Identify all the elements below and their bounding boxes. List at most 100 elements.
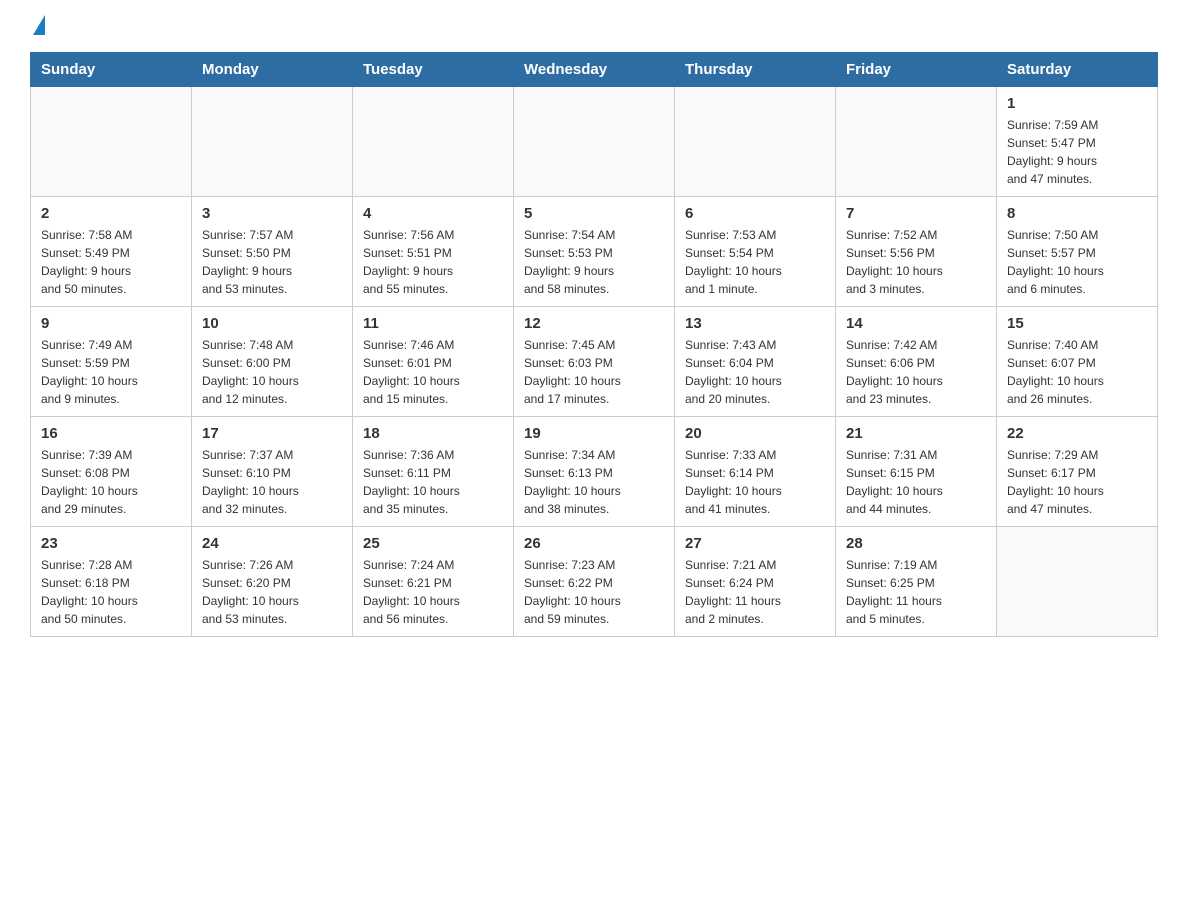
day-info: Sunrise: 7:45 AM Sunset: 6:03 PM Dayligh… [524,336,664,408]
day-number: 19 [524,425,664,442]
day-number: 22 [1007,425,1147,442]
calendar-cell: 12 Sunrise: 7:45 AM Sunset: 6:03 PM Dayli… [514,307,675,417]
day-number: 18 [363,425,503,442]
logo-triangle-icon [33,15,45,35]
day-number: 23 [41,535,181,552]
week-row-0: 1Sunrise: 7:59 AM Sunset: 5:47 PM Daylig… [31,87,1158,197]
day-info: Sunrise: 7:54 AM Sunset: 5:53 PM Dayligh… [524,226,664,298]
day-info: Sunrise: 7:39 AM Sunset: 6:08 PM Dayligh… [41,446,181,518]
day-info: Sunrise: 7:29 AM Sunset: 6:17 PM Dayligh… [1007,446,1147,518]
day-number: 2 [41,205,181,222]
calendar-cell: 9 Sunrise: 7:49 AM Sunset: 5:59 PM Daylig… [31,307,192,417]
calendar-cell [31,87,192,197]
day-info: Sunrise: 7:50 AM Sunset: 5:57 PM Dayligh… [1007,226,1147,298]
calendar-cell: 26 Sunrise: 7:23 AM Sunset: 6:22 PM Dayli… [514,527,675,637]
calendar-cell: 10 Sunrise: 7:48 AM Sunset: 6:00 PM Dayli… [192,307,353,417]
day-info: Sunrise: 7:23 AM Sunset: 6:22 PM Dayligh… [524,556,664,628]
calendar-table: SundayMondayTuesdayWednesdayThursdayFrid… [30,52,1158,637]
calendar-cell [997,527,1158,637]
calendar-cell: 11 Sunrise: 7:46 AM Sunset: 6:01 PM Dayli… [353,307,514,417]
day-number: 11 [363,315,503,332]
calendar-cell: 6 Sunrise: 7:53 AM Sunset: 5:54 PM Daylig… [675,197,836,307]
day-number: 27 [685,535,825,552]
header-cell-tuesday: Tuesday [353,53,514,87]
day-number: 16 [41,425,181,442]
day-info: Sunrise: 7:53 AM Sunset: 5:54 PM Dayligh… [685,226,825,298]
calendar-cell: 27Sunrise: 7:21 AM Sunset: 6:24 PM Dayli… [675,527,836,637]
day-info: Sunrise: 7:33 AM Sunset: 6:14 PM Dayligh… [685,446,825,518]
day-number: 4 [363,205,503,222]
calendar-cell: 3 Sunrise: 7:57 AM Sunset: 5:50 PM Daylig… [192,197,353,307]
calendar-cell: 13Sunrise: 7:43 AM Sunset: 6:04 PM Dayli… [675,307,836,417]
calendar-cell: 18 Sunrise: 7:36 AM Sunset: 6:11 PM Dayli… [353,417,514,527]
week-row-1: 2 Sunrise: 7:58 AM Sunset: 5:49 PM Daylig… [31,197,1158,307]
calendar-cell: 25 Sunrise: 7:24 AM Sunset: 6:21 PM Dayli… [353,527,514,637]
day-info: Sunrise: 7:42 AM Sunset: 6:06 PM Dayligh… [846,336,986,408]
calendar-header: SundayMondayTuesdayWednesdayThursdayFrid… [31,53,1158,87]
calendar-cell: 16 Sunrise: 7:39 AM Sunset: 6:08 PM Dayli… [31,417,192,527]
calendar-cell: 21 Sunrise: 7:31 AM Sunset: 6:15 PM Dayli… [836,417,997,527]
calendar-cell: 2 Sunrise: 7:58 AM Sunset: 5:49 PM Daylig… [31,197,192,307]
header-cell-saturday: Saturday [997,53,1158,87]
day-number: 24 [202,535,342,552]
day-number: 9 [41,315,181,332]
day-number: 28 [846,535,986,552]
calendar-cell: 20 Sunrise: 7:33 AM Sunset: 6:14 PM Dayli… [675,417,836,527]
header-cell-sunday: Sunday [31,53,192,87]
header-cell-monday: Monday [192,53,353,87]
calendar-cell [353,87,514,197]
logo [30,20,45,32]
day-number: 21 [846,425,986,442]
day-info: Sunrise: 7:24 AM Sunset: 6:21 PM Dayligh… [363,556,503,628]
day-number: 5 [524,205,664,222]
calendar-cell: 15 Sunrise: 7:40 AM Sunset: 6:07 PM Dayli… [997,307,1158,417]
day-info: Sunrise: 7:28 AM Sunset: 6:18 PM Dayligh… [41,556,181,628]
day-number: 10 [202,315,342,332]
day-info: Sunrise: 7:52 AM Sunset: 5:56 PM Dayligh… [846,226,986,298]
day-number: 1 [1007,95,1147,112]
calendar-cell [192,87,353,197]
calendar-cell: 22 Sunrise: 7:29 AM Sunset: 6:17 PM Dayli… [997,417,1158,527]
day-number: 7 [846,205,986,222]
calendar-cell: 7 Sunrise: 7:52 AM Sunset: 5:56 PM Daylig… [836,197,997,307]
day-info: Sunrise: 7:19 AM Sunset: 6:25 PM Dayligh… [846,556,986,628]
day-number: 6 [685,205,825,222]
header-cell-friday: Friday [836,53,997,87]
header-cell-thursday: Thursday [675,53,836,87]
calendar-cell [836,87,997,197]
day-info: Sunrise: 7:49 AM Sunset: 5:59 PM Dayligh… [41,336,181,408]
week-row-4: 23 Sunrise: 7:28 AM Sunset: 6:18 PM Dayli… [31,527,1158,637]
header-cell-wednesday: Wednesday [514,53,675,87]
calendar-cell: 1Sunrise: 7:59 AM Sunset: 5:47 PM Daylig… [997,87,1158,197]
day-info: Sunrise: 7:31 AM Sunset: 6:15 PM Dayligh… [846,446,986,518]
day-info: Sunrise: 7:37 AM Sunset: 6:10 PM Dayligh… [202,446,342,518]
day-number: 17 [202,425,342,442]
calendar-cell: 24Sunrise: 7:26 AM Sunset: 6:20 PM Dayli… [192,527,353,637]
day-info: Sunrise: 7:46 AM Sunset: 6:01 PM Dayligh… [363,336,503,408]
day-number: 8 [1007,205,1147,222]
page-header [30,20,1158,32]
day-info: Sunrise: 7:58 AM Sunset: 5:49 PM Dayligh… [41,226,181,298]
day-info: Sunrise: 7:48 AM Sunset: 6:00 PM Dayligh… [202,336,342,408]
calendar-cell: 4 Sunrise: 7:56 AM Sunset: 5:51 PM Daylig… [353,197,514,307]
day-number: 25 [363,535,503,552]
day-info: Sunrise: 7:34 AM Sunset: 6:13 PM Dayligh… [524,446,664,518]
day-number: 20 [685,425,825,442]
calendar-cell: 17 Sunrise: 7:37 AM Sunset: 6:10 PM Dayli… [192,417,353,527]
calendar-cell: 28 Sunrise: 7:19 AM Sunset: 6:25 PM Dayli… [836,527,997,637]
day-number: 12 [524,315,664,332]
week-row-2: 9 Sunrise: 7:49 AM Sunset: 5:59 PM Daylig… [31,307,1158,417]
calendar-cell [514,87,675,197]
day-info: Sunrise: 7:56 AM Sunset: 5:51 PM Dayligh… [363,226,503,298]
day-number: 13 [685,315,825,332]
day-number: 15 [1007,315,1147,332]
day-number: 26 [524,535,664,552]
day-info: Sunrise: 7:57 AM Sunset: 5:50 PM Dayligh… [202,226,342,298]
header-row: SundayMondayTuesdayWednesdayThursdayFrid… [31,53,1158,87]
day-number: 14 [846,315,986,332]
calendar-body: 1Sunrise: 7:59 AM Sunset: 5:47 PM Daylig… [31,87,1158,637]
day-info: Sunrise: 7:40 AM Sunset: 6:07 PM Dayligh… [1007,336,1147,408]
day-number: 3 [202,205,342,222]
calendar-cell: 23 Sunrise: 7:28 AM Sunset: 6:18 PM Dayli… [31,527,192,637]
day-info: Sunrise: 7:36 AM Sunset: 6:11 PM Dayligh… [363,446,503,518]
